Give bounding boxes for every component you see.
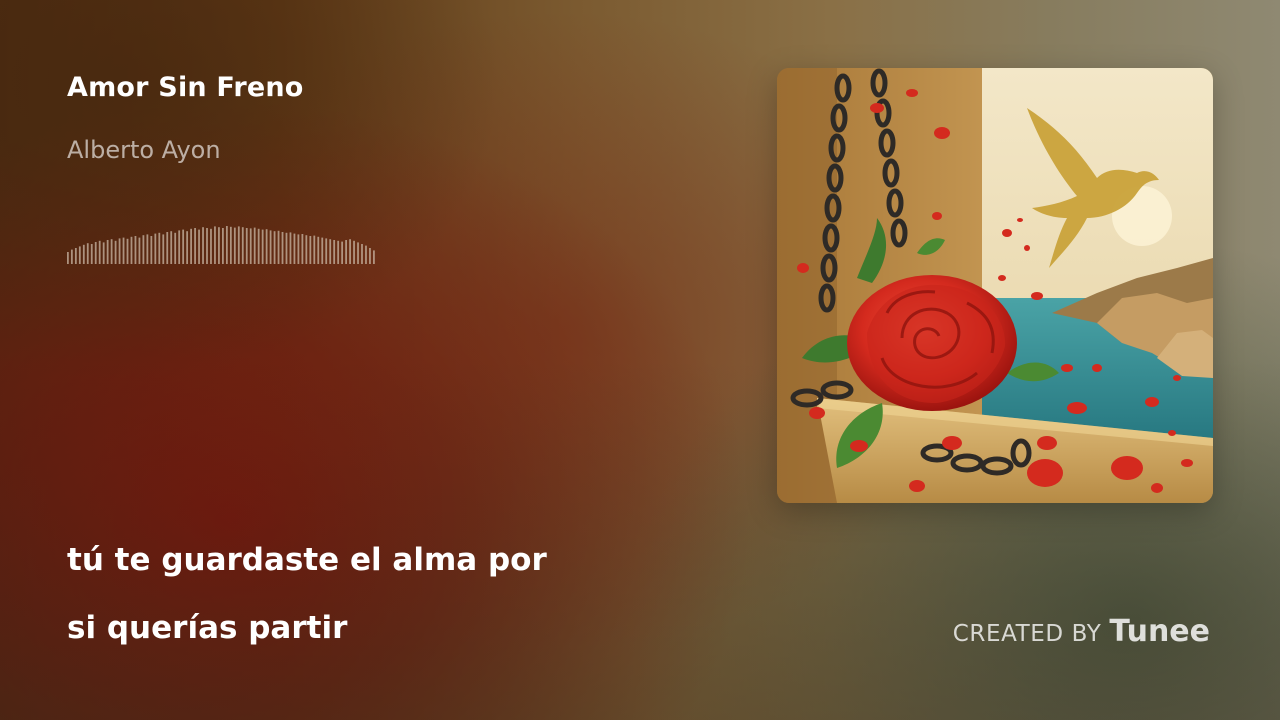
waveform-bar [166,232,169,264]
waveform-bar [277,230,280,264]
waveform-bar [86,243,89,264]
waveform-bar [186,231,189,264]
waveform-bar [82,244,85,264]
waveform-bar [138,237,141,264]
waveform-bar [90,244,93,264]
album-cover-art [777,68,1213,503]
waveform-bar [349,239,351,264]
waveform-bar [249,228,252,264]
waveform-bar [321,237,324,264]
waveform-bar [174,232,177,264]
waveform-bar [241,227,244,264]
waveform-bar [373,250,375,264]
waveform-bar [281,232,284,264]
waveform-bar [202,227,204,264]
waveform-bar [142,235,145,264]
waveform-bar [194,228,196,264]
waveform-bar [206,228,208,264]
waveform-bar [126,238,129,264]
waveform-bar [309,236,312,264]
waveform-bar [293,233,296,264]
waveform-bar [74,248,77,264]
waveform-bar [225,226,228,264]
waveform-bar [237,226,240,264]
waveform-bar [345,240,347,264]
waveform-bar [269,230,272,264]
waveform-bar [70,249,73,264]
waveform-bar [273,231,276,264]
waveform-bar [130,236,133,264]
waveform-bar [146,234,149,264]
waveform-bar [361,244,363,264]
waveform-bar [94,242,97,264]
waveform-bar [218,227,220,264]
waveform-bar [341,241,344,264]
waveform-bar [369,248,371,264]
waveform-bar [297,234,300,264]
waveform-bar [102,242,105,264]
waveform-bar [106,240,109,264]
waveform-bar [333,240,336,264]
track-title: Amor Sin Freno [67,72,304,103]
waveform-bar [313,235,316,264]
waveform-bar [289,232,292,264]
waveform-bar [353,240,355,264]
waveform-bar [178,230,181,264]
credit-prefix: CREATED BY [952,621,1102,647]
brand-logo-text: Tunee [1109,614,1210,649]
waveform-bar [122,237,125,264]
waveform-bar [170,231,173,264]
waveform-bar [190,228,192,264]
waveform-bar [182,229,185,264]
audio-waveform [67,226,375,264]
waveform-bar [78,246,81,264]
waveform-bar [214,226,216,264]
waveform-bar [253,227,256,264]
waveform-bar [114,240,117,264]
waveform-bar [329,239,332,264]
waveform-bar [162,234,165,264]
waveform-bar [365,245,367,264]
waveform-bar [305,235,308,264]
waveform-bar [134,236,137,264]
waveform-bar [222,228,224,264]
waveform-bar [337,240,340,264]
waveform-bar [285,232,288,264]
waveform-bar [325,238,328,264]
waveform-bar [198,229,200,264]
waveform-bar [210,228,212,264]
waveform-bar [301,234,304,264]
artist-name: Alberto Ayon [67,136,221,164]
waveform-bar [233,227,236,264]
lyric-line-next: si querías partir [67,610,348,646]
waveform-bar [67,252,69,264]
waveform-bar [154,233,157,264]
waveform-bar [245,228,248,264]
waveform-bar [357,242,359,264]
waveform-bar [261,229,264,264]
waveform-bar [150,236,153,264]
lyric-line-current: tú te guardaste el alma por [67,542,547,578]
waveform-bar [98,240,101,264]
waveform-bar [257,228,260,264]
waveform-bar [158,232,161,264]
created-by-credit: CREATED BY Tunee [953,614,1210,649]
waveform-bar [265,229,268,264]
waveform-bar [317,236,320,264]
waveform-bar [229,226,232,264]
waveform-bar [118,238,121,264]
waveform-bar [110,239,113,264]
